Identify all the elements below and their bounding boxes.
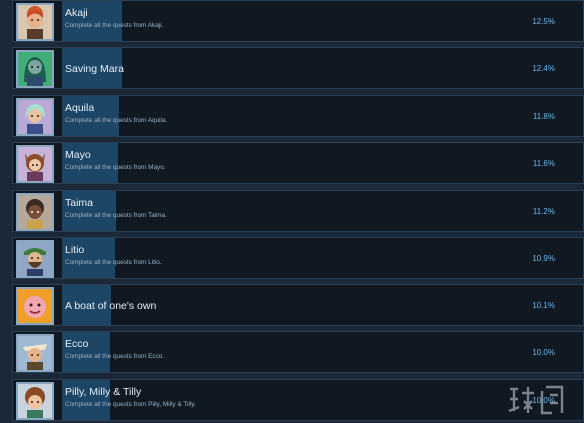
character-portrait-icon [18,195,52,229]
character-portrait-icon [18,147,52,181]
character-portrait-icon [18,336,52,370]
achievement-description: Complete all the quests from Litio. [65,259,162,266]
achievement-name: A boat of one's own [65,300,157,312]
achievement-name: Pilly, Milly & Tilly [65,386,142,398]
achievement-list: Akaji Complete all the quests from Akaji… [0,0,584,423]
avatar [16,50,54,88]
achievement-description: Complete all the quests from Taima. [65,212,167,219]
achievement-name: Aquila [65,102,95,114]
achievement-name: Litio [65,244,85,256]
achievement-description: Complete all the quests from Pilly, Mill… [65,401,196,408]
avatar [16,334,54,372]
achievement-percent: 11.6% [532,159,555,168]
avatar [16,287,54,325]
achievement-description: Complete all the quests from Ecco. [65,353,165,360]
achievement-row[interactable]: Taima Complete all the quests from Taima… [12,190,584,232]
achievement-percent: 10.0% [532,348,555,357]
achievement-percent: 10.1% [532,301,555,310]
avatar [16,382,54,420]
character-portrait-icon [18,384,52,418]
watermark-logo [506,383,568,417]
achievement-percent: 11.8% [532,112,555,121]
achievement-description: Complete all the quests from Akaji. [65,22,164,29]
achievement-row[interactable]: Pilly, Milly & Tilly Complete all the qu… [12,379,584,421]
achievement-name: Akaji [65,7,88,19]
character-portrait-icon [18,242,52,276]
avatar [16,193,54,231]
achievement-description: Complete all the quests from Aquila. [65,117,168,124]
achievement-name: Ecco [65,338,89,350]
character-portrait-icon [18,5,52,39]
avatar [16,3,54,41]
achievement-row[interactable]: Saving Mara 12.4% [12,47,584,89]
achievement-percent: 12.4% [532,64,555,73]
character-portrait-icon [18,100,52,134]
achievement-row[interactable]: Akaji Complete all the quests from Akaji… [12,0,584,42]
achievement-row[interactable]: Mayo Complete all the quests from Mayo. … [12,142,584,184]
avatar [16,145,54,183]
achievement-name: Mayo [65,149,91,161]
achievement-name: Taima [65,197,94,209]
avatar [16,240,54,278]
achievement-row[interactable]: A boat of one's own 10.1% [12,284,584,326]
achievement-description: Complete all the quests from Mayo. [65,164,166,171]
character-portrait-icon [18,289,52,323]
achievement-row[interactable]: Aquila Complete all the quests from Aqui… [12,95,584,137]
achievement-name: Saving Mara [65,63,124,75]
achievement-row[interactable]: Litio Complete all the quests from Litio… [12,237,584,279]
character-portrait-icon [18,52,52,86]
achievement-percent: 11.2% [532,207,555,216]
avatar [16,98,54,136]
achievement-percent: 10.9% [532,254,555,263]
achievement-row[interactable]: Ecco Complete all the quests from Ecco. … [12,331,584,373]
achievement-percent: 12.5% [532,17,555,26]
